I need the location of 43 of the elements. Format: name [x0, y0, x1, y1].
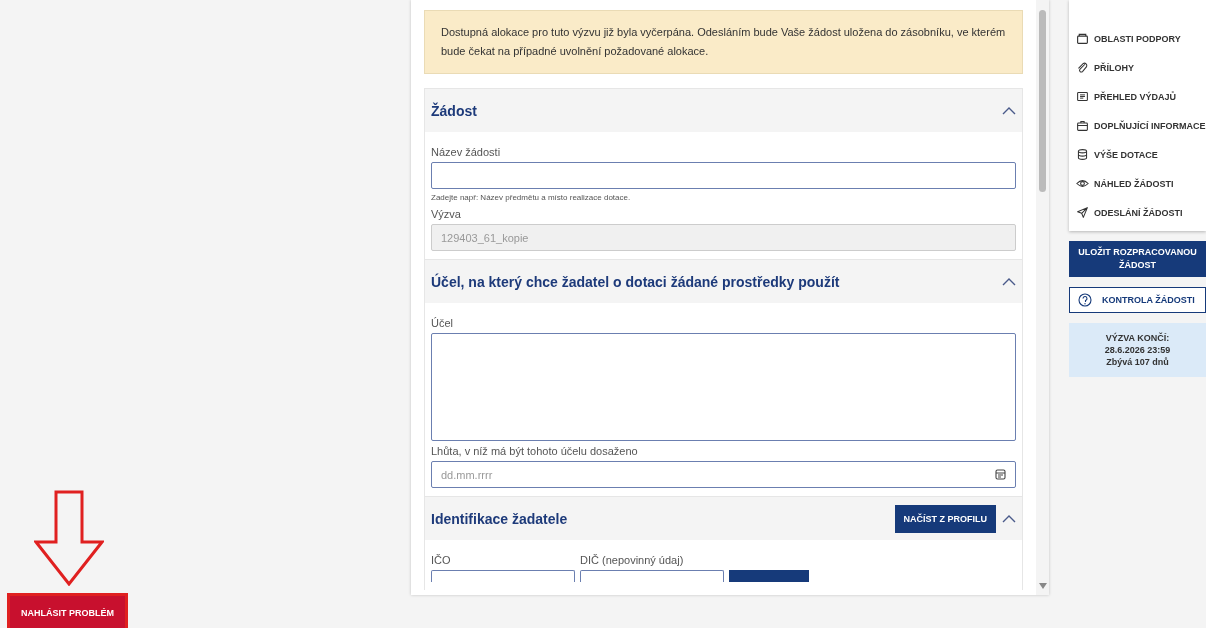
box-icon — [1076, 32, 1089, 45]
coins-icon — [1076, 148, 1089, 161]
send-icon — [1076, 206, 1089, 219]
field-label: Účel — [431, 317, 454, 329]
deadline-text: 28.6.2026 23:59 — [1104, 345, 1171, 355]
nav-item[interactable]: PŘÍLOHY — [1069, 53, 1206, 82]
nav-item[interactable]: VÝŠE DOTACE — [1069, 140, 1206, 169]
nav-item[interactable]: ODESLÁNÍ ŽÁDOSTI — [1069, 198, 1206, 227]
field-label: DIČ (nepovinný údaj) — [580, 554, 685, 566]
section-title: Identifikace žadatele — [431, 510, 569, 527]
help-icon — [1078, 293, 1092, 307]
check-application-button[interactable]: KONTROLA ŽÁDOSTI — [1069, 287, 1206, 313]
section-title: Účel, na který chce žadatel o dotaci žádané prostředky použít — [431, 273, 841, 290]
scrollbar-thumb[interactable] — [1039, 10, 1046, 192]
nav-item[interactable]: NÁHLED ŽÁDOSTI — [1069, 169, 1206, 198]
text-field[interactable] — [431, 570, 575, 582]
field-label: Název žádosti — [431, 146, 502, 158]
calendar-icon[interactable] — [995, 469, 1006, 480]
alert-message: Dostupná alokace pro tuto výzvu již byla vyčerpána. Odesláním bude Vaše žádost uložena do zásobníku, ve kterém bude čekat na případné uvolnění požadované alokace. — [424, 10, 1023, 74]
text-area[interactable] — [431, 333, 1016, 441]
chevron-icon[interactable] — [1002, 513, 1016, 524]
chevron-icon[interactable] — [1002, 105, 1016, 116]
deadline-text: Zbývá 107 dnů — [1106, 357, 1169, 367]
load-profile-button[interactable]: NAČÍST Z PROFILU — [894, 504, 996, 533]
field-label: Výzva — [431, 208, 462, 220]
text-field[interactable] — [580, 570, 724, 582]
nav-item[interactable]: DOPLŇUJÍCÍ INFORMACE — [1069, 111, 1206, 140]
save-draft-button[interactable]: ULOŽIT ROZPRACOVANOU ŽÁDOST — [1069, 241, 1206, 277]
briefcase-icon — [1076, 119, 1089, 132]
nav-item[interactable]: OBLASTI PODPORY — [1069, 24, 1206, 53]
deadline-text: VÝZVA KONČÍ: — [1105, 333, 1170, 343]
scroll-down-icon[interactable] — [1039, 583, 1047, 589]
section-title: Žádost — [431, 102, 478, 119]
list-icon — [1076, 90, 1089, 103]
field-label: IČO — [431, 554, 452, 566]
paperclip-icon — [1076, 61, 1089, 74]
chevron-icon[interactable] — [1002, 276, 1016, 287]
field-label: Lhůta, v níž má být tohoto účelu dosaženo — [431, 445, 639, 457]
eye-icon — [1076, 177, 1089, 190]
field-hint: Zadejte např: Název předmětu a místo realizace dotace. — [431, 193, 632, 202]
nav-item[interactable]: PŘEHLED VÝDAJŮ — [1069, 82, 1206, 111]
report-problem-button[interactable]: NAHLÁSIT PROBLÉM — [10, 596, 125, 628]
text-field[interactable] — [431, 162, 1016, 189]
